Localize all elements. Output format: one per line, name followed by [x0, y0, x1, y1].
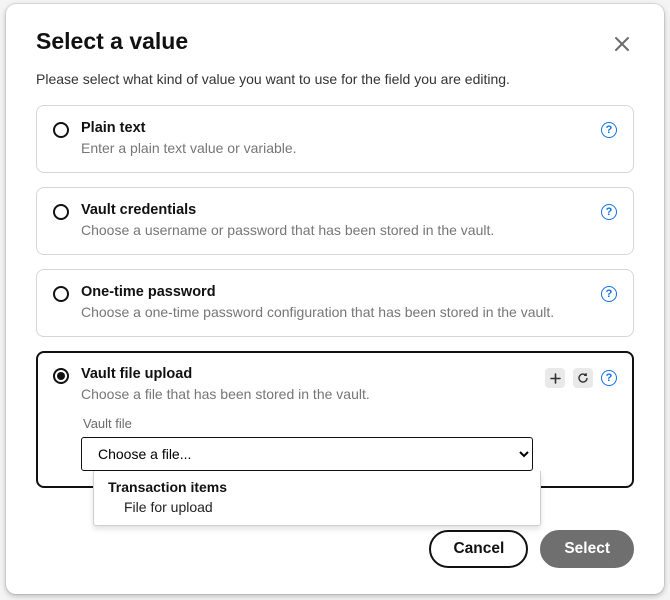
option-title: Vault file upload: [81, 366, 533, 382]
cancel-button[interactable]: Cancel: [429, 530, 528, 568]
vault-file-select[interactable]: Choose a file...: [81, 437, 533, 471]
select-button[interactable]: Select: [540, 530, 634, 568]
dropdown-item-file-for-upload[interactable]: File for upload: [94, 497, 540, 517]
vault-file-dropdown: Transaction items File for upload: [93, 471, 541, 526]
radio-one-time-password[interactable]: [53, 286, 69, 302]
refresh-button[interactable]: [573, 368, 593, 388]
vault-file-label: Vault file: [83, 416, 533, 431]
option-vault-file-upload[interactable]: Vault file upload Choose a file that has…: [36, 351, 634, 488]
option-vault-credentials[interactable]: Vault credentials Choose a username or p…: [36, 187, 634, 255]
modal-subtitle: Please select what kind of value you wan…: [36, 71, 634, 87]
value-type-options: Plain text Enter a plain text value or v…: [36, 105, 634, 488]
help-icon[interactable]: ?: [601, 122, 617, 138]
select-value-modal: Select a value Please select what kind o…: [6, 4, 664, 594]
radio-vault-file-upload[interactable]: [53, 368, 69, 384]
dropdown-group: Transaction items: [94, 477, 540, 497]
close-button[interactable]: [610, 32, 634, 56]
option-title: One-time password: [81, 284, 589, 300]
help-icon[interactable]: ?: [601, 370, 617, 386]
radio-vault-credentials[interactable]: [53, 204, 69, 220]
option-plain-text[interactable]: Plain text Enter a plain text value or v…: [36, 105, 634, 173]
option-one-time-password[interactable]: One-time password Choose a one-time pass…: [36, 269, 634, 337]
option-title: Vault credentials: [81, 202, 589, 218]
help-icon[interactable]: ?: [601, 204, 617, 220]
modal-footer: Cancel Select: [429, 530, 634, 568]
modal-header: Select a value: [36, 22, 634, 65]
radio-plain-text[interactable]: [53, 122, 69, 138]
add-button[interactable]: [545, 368, 565, 388]
plus-icon: [550, 373, 561, 384]
vault-file-select-wrap: Choose a file... Transaction items File …: [81, 437, 533, 471]
option-desc: Choose a one-time password configuration…: [81, 304, 589, 320]
option-desc: Enter a plain text value or variable.: [81, 140, 589, 156]
refresh-icon: [577, 372, 589, 384]
option-desc: Choose a username or password that has b…: [81, 222, 589, 238]
close-icon: [614, 36, 630, 52]
help-icon[interactable]: ?: [601, 286, 617, 302]
modal-title: Select a value: [36, 28, 188, 55]
option-desc: Choose a file that has been stored in th…: [81, 386, 533, 402]
option-title: Plain text: [81, 120, 589, 136]
